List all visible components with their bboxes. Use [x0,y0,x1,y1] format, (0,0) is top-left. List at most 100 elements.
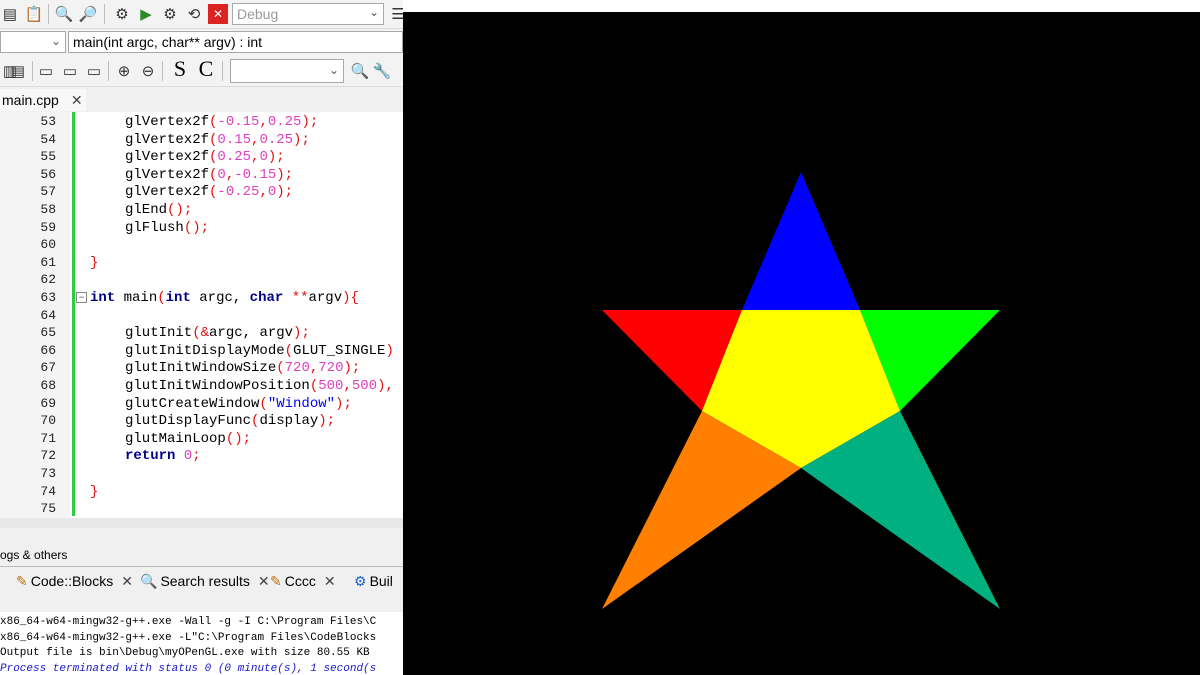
code-token: ); [318,413,336,430]
code-token: ); [293,325,310,342]
find-icon[interactable]: 🔍 [54,4,74,24]
line-number: 53 [40,114,56,129]
code-token: 720 [284,360,310,377]
code-token: glutDisplayFunc [125,413,252,430]
rebuild-icon[interactable]: ⟲ [184,4,204,24]
fold-marker[interactable]: − [76,292,87,303]
settings-icon[interactable]: 🔧 [372,61,392,81]
line-number: 67 [40,360,56,376]
line-number: 61 [40,254,56,270]
code-token: (& [192,325,210,342]
close-tab-icon[interactable]: ✕ [71,92,83,109]
save-all-icon[interactable]: ▤ [0,4,20,24]
code-token: glVertex2f [125,131,210,148]
log-line: Process terminated with status 0 (0 minu… [0,662,377,675]
code-token: return [125,448,176,465]
log-line: x86_64-w64-mingw32-g++.exe -Wall -g -I C… [0,616,377,628]
paste-icon[interactable]: 📋 [24,4,44,24]
code-token: -0.15 [217,114,260,130]
pencil-icon: ✎ [16,572,28,589]
line-number: 71 [40,430,56,446]
code-token: } [90,254,99,271]
code-token: ); [276,166,294,183]
scope-select[interactable]: ⌄ [0,31,66,53]
close-tab-icon[interactable]: ✕ [324,573,336,590]
toggle-panel2-icon[interactable]: ▤ [8,61,28,81]
line-number: 59 [40,219,56,235]
code-token: "Window" [267,395,336,412]
prev-bookmark-icon[interactable]: ▭ [60,61,80,81]
function-select[interactable]: main(int argc, char** argv) : int [68,31,403,53]
code-line: } [90,254,98,272]
line-number: 57 [40,184,56,200]
code-token: (); [183,219,210,236]
text-tool-c[interactable]: C [196,56,216,81]
build-target-select[interactable]: Debug ⌄ [232,3,384,25]
chevron-down-icon: ⌄ [328,63,339,77]
close-tab-icon[interactable]: ✕ [121,573,133,590]
logs-tab[interactable]: ✎ Cccc ✕ [270,570,336,592]
toolbar-separator [48,4,49,24]
code-token: ) [385,342,394,359]
code-token: ( [259,395,268,412]
code-line: glutInitWindowSize(720,720); [125,359,360,377]
zoom-out-icon[interactable]: ⊖ [138,61,158,81]
code-line: glVertex2f(0.15,0.25); [125,131,310,149]
editor-hscroll[interactable] [0,518,403,528]
file-tab[interactable]: main.cpp ✕ [0,89,86,111]
zoom-in-icon[interactable]: ⊕ [114,61,134,81]
bookmark-icon[interactable]: ▭ [36,61,56,81]
logs-tab[interactable]: 🔍 Search results ✕ [140,570,270,592]
code-token: , [259,114,268,130]
code-line: glutMainLoop(); [125,430,251,448]
code-token: glutInitDisplayMode [125,342,285,359]
logs-tab[interactable]: ⚙ Buil [354,570,393,592]
code-token: glVertex2f [125,149,210,166]
code-line: glVertex2f(-0.15,0.25); [125,113,318,131]
code-token: 0 [183,448,193,465]
logs-tab-label: Search results [160,573,250,589]
star-drawing [602,172,1000,609]
replace-icon[interactable]: 🔎 [78,4,98,24]
build-gear-icon[interactable]: ⚙ [112,4,132,24]
close-tab-icon[interactable]: ✕ [258,573,270,590]
code-token: int [165,290,191,306]
code-line: } [90,483,98,501]
scope-toolbar: ⌄ main(int argc, char** argv) : int [0,29,403,56]
code-token: ); [276,184,294,201]
text-tool-s[interactable]: S [170,56,190,81]
code-token: ( [157,290,166,306]
code-token: 0.25 [259,131,294,148]
search-select[interactable]: ⌄ [230,59,344,83]
logs-tab[interactable]: ✎ Code::Blocks ✕ [16,570,133,592]
code-token: display [259,413,319,430]
build-run-icon[interactable]: ⚙ [160,4,180,24]
code-token: ** [291,290,309,306]
code-token: , [259,184,268,201]
code-token: , [225,166,235,183]
logs-title: ogs & others [0,548,68,562]
code-token: int [90,290,116,306]
abort-icon[interactable]: ✕ [208,4,228,24]
code-token: 0.15 [217,131,252,148]
logs-title-underline [0,566,403,567]
code-line: int main(int argc, char **argv){ [90,289,359,307]
search-icon[interactable]: 🔍 [350,61,370,81]
code-token: glVertex2f [125,184,210,201]
code-token: argc, [190,290,250,306]
run-icon[interactable]: ▶ [136,4,156,24]
code-line: glFlush(); [125,219,209,237]
list-icon[interactable]: ☰ [388,4,403,24]
code-token: GLUT_SINGLE [293,342,386,359]
editor-toolbar: ▥ ▤ ▭ ▭ ▭ ⊕ ⊖ S C ⌄ 🔍 🔧 [0,56,403,87]
code-editor[interactable]: 53 54 55 56 57 58 59 60 61 62 63 64 65 66 67 68 69 70 71 72… [0,112,403,518]
logs-tab-label: Code::Blocks [30,573,114,589]
opengl-window[interactable] [403,0,1200,675]
toolbar-separator [104,4,105,24]
code-line: glutCreateWindow("Window"); [125,395,352,413]
next-bookmark-icon[interactable]: ▭ [84,61,104,81]
line-number: 55 [40,149,56,165]
code-token: , [343,378,352,394]
code-token: ), [377,378,394,394]
code-line: glVertex2f(-0.25,0); [125,183,293,201]
